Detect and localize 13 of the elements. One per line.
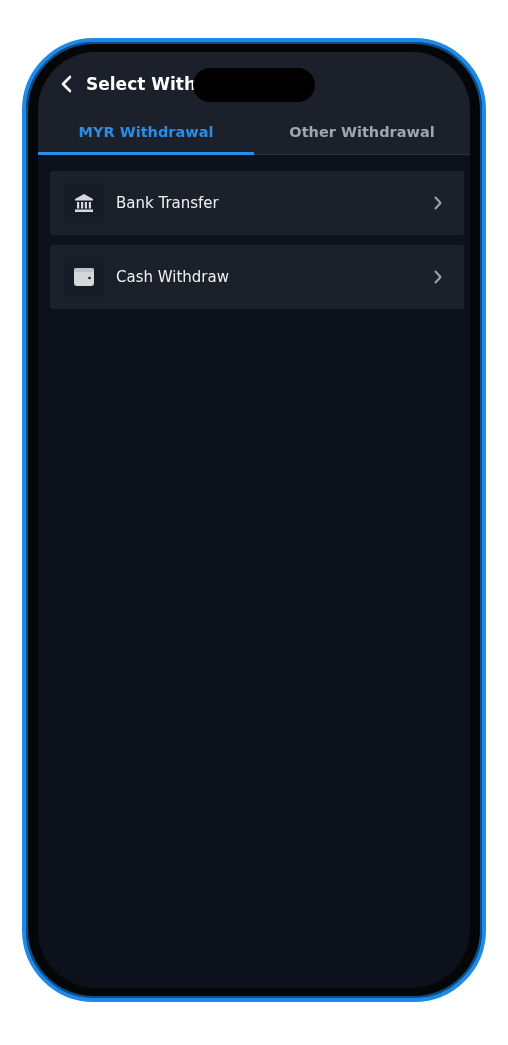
tab[interactable]: Other Withdrawal — [254, 114, 470, 155]
chevron-right-icon — [434, 270, 442, 284]
back-button[interactable] — [60, 75, 72, 93]
method-label: Bank Transfer — [116, 194, 220, 212]
method-row[interactable]: Bank Transfer — [50, 171, 464, 235]
method-label: Cash Withdraw — [116, 268, 230, 286]
chevron-right-icon — [434, 196, 442, 210]
page-title: Select With — [86, 74, 197, 94]
back-icon — [60, 75, 72, 93]
tab[interactable]: MYR Withdrawal — [38, 114, 254, 155]
bank-icon — [74, 193, 94, 213]
method-row[interactable]: Cash Withdraw — [50, 245, 464, 309]
wallet-icon — [74, 268, 94, 286]
